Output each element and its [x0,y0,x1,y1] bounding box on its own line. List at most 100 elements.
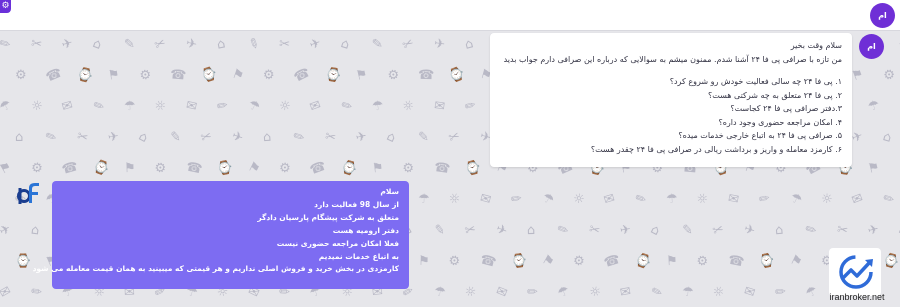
pattern-doodle-icon: ✏ [648,283,665,302]
pattern-doodle-icon: ☎ [602,251,623,272]
user-avatar[interactable]: ام [870,3,895,28]
pattern-doodle-icon: ⌚ [323,66,343,85]
pattern-doodle-icon: ✏ [215,98,230,115]
pattern-doodle-icon: ✏ [90,97,107,116]
question-item: ۵. صرافی پی فا ۲۴ به اتباع خارجی خدمات م… [678,131,842,140]
pattern-doodle-icon: ⌚ [757,252,777,271]
pattern-doodle-icon: ☼ [572,191,586,208]
pattern-doodle-icon: ⌂ [881,129,894,146]
pattern-doodle-icon: ✂ [278,36,291,53]
pattern-doodle-icon: ☂ [417,191,430,208]
pattern-doodle-icon: ☂ [371,98,385,115]
pattern-doodle-icon: ✂ [323,129,338,146]
pattern-doodle-icon: ✉ [618,284,633,301]
pattern-doodle-icon: ✎ [0,35,14,54]
pattern-doodle-icon: ⌂ [774,222,784,239]
pattern-doodle-icon: ⌂ [648,221,663,240]
pattern-doodle-icon: ☎ [726,252,746,271]
pattern-doodle-icon: ✂ [75,128,90,147]
pattern-doodle-icon: ✂ [587,221,602,240]
reply-line: کارمزدی در بخش خرید و فروش اصلی نداریم و… [32,264,399,274]
pattern-doodle-icon: ✈ [106,129,121,146]
question-item: ۳.دفتر صرافی پی فا ۲۴ کجاست؟ [730,104,842,113]
gear-icon[interactable]: ⚙ [0,0,11,13]
pattern-doodle-icon: ⚙ [136,66,154,85]
reply-line: دفتر ارومیه هست [332,225,399,235]
question-item: ۴. امکان مراجعه حضوری وجود داره؟ [718,117,842,127]
pattern-doodle-icon: ✈ [849,128,866,147]
pattern-doodle-icon: ✈ [618,222,633,239]
pattern-doodle-icon: ✂ [152,35,169,54]
pattern-doodle-icon: ✎ [245,35,262,54]
top-bar: ⚙ ام [0,0,900,31]
pattern-doodle-icon: ✎ [371,36,384,53]
pattern-doodle-icon: ✉ [184,98,199,115]
pattern-doodle-icon: ☎ [433,159,452,178]
pattern-doodle-icon: ✈ [307,35,324,54]
pattern-doodle-icon: ☂ [866,97,882,116]
iranbroker-logo [829,248,881,296]
pattern-doodle-icon: ☎ [307,158,329,179]
pattern-doodle-icon: ✎ [43,128,60,147]
pattern-doodle-icon: ✉ [60,97,75,116]
pattern-doodle-icon: ✂ [463,221,478,240]
pattern-doodle-icon: ⚙ [446,252,464,271]
pattern-doodle-icon: ✈ [60,35,75,54]
pattern-doodle-icon: ✏ [463,97,478,116]
pattern-doodle-icon: ☼ [152,97,170,116]
pattern-doodle-icon: ☼ [694,190,712,209]
pattern-doodle-icon: ✏ [30,284,43,301]
pattern-doodle-icon: ✎ [433,222,446,239]
pattern-doodle-icon: ⌚ [446,65,468,86]
pattern-doodle-icon: ⚙ [30,160,44,177]
pattern-doodle-icon: ✉ [433,98,446,115]
pattern-doodle-icon: ✉ [726,191,741,208]
pattern-doodle-icon: ☂ [123,98,136,115]
pattern-doodle-icon: ✏ [632,190,649,209]
pattern-doodle-icon: ⚙ [384,66,402,85]
pattern-doodle-icon: ☂ [0,97,15,116]
pattern-doodle-icon: ✂ [30,36,43,53]
pattern-doodle-icon: ⚑ [849,66,866,85]
pattern-doodle-icon: ☎ [43,65,65,86]
pattern-doodle-icon: ✈ [184,36,199,53]
pattern-doodle-icon: ⌚ [339,158,360,179]
pattern-doodle-icon: ☎ [184,159,204,178]
pf-logo [17,183,39,204]
pattern-doodle-icon: ☼ [400,97,418,116]
pattern-doodle-icon: ⚑ [0,159,15,178]
pattern-doodle-icon: ⌂ [135,128,151,147]
pattern-doodle-icon: ✂ [446,128,463,147]
pattern-doodle-icon: ⚙ [400,159,418,178]
pattern-doodle-icon: ✈ [433,36,446,53]
reply-message-bubble: سلام از سال 98 فعالیت دارد متعلق به شرکت… [32,181,409,289]
pattern-doodle-icon: ⚑ [371,160,385,177]
pattern-doodle-icon: ✈ [741,221,757,240]
pattern-doodle-icon: ⌚ [199,65,220,86]
chart-trend-icon [839,255,873,289]
pattern-doodle-icon: ⚑ [665,253,679,270]
reply-line: به اتباع خدمات نمیدیم [318,251,399,261]
pattern-doodle-icon: ⌚ [15,254,32,269]
pattern-doodle-icon: ✉ [0,283,14,302]
pattern-doodle-icon: ✈ [866,221,881,240]
pattern-doodle-icon: ⌚ [463,159,483,178]
pattern-doodle-icon: ☎ [60,159,80,178]
pattern-doodle-icon: ☼ [446,190,464,209]
pattern-doodle-icon: ✎ [417,129,430,146]
pattern-doodle-icon: ✈ [493,221,510,240]
pattern-doodle-icon: ✂ [198,128,214,147]
pattern-doodle-icon: ⚙ [694,252,712,271]
pattern-doodle-icon: ⌂ [262,129,272,146]
pattern-doodle-icon: ✉ [849,190,866,209]
reply-line: از سال 98 فعالیت دارد [314,199,399,209]
pattern-doodle-icon: ⚙ [262,67,276,84]
pattern-doodle-icon: ✉ [741,283,757,302]
pattern-doodle-icon: ⌂ [463,36,476,53]
pattern-doodle-icon: ✂ [835,222,850,239]
pattern-doodle-icon: ☼ [463,283,479,302]
pattern-doodle-icon: ⚑ [245,159,263,178]
pattern-doodle-icon: ☂ [433,284,447,301]
pattern-doodle-icon: ☼ [278,98,292,115]
